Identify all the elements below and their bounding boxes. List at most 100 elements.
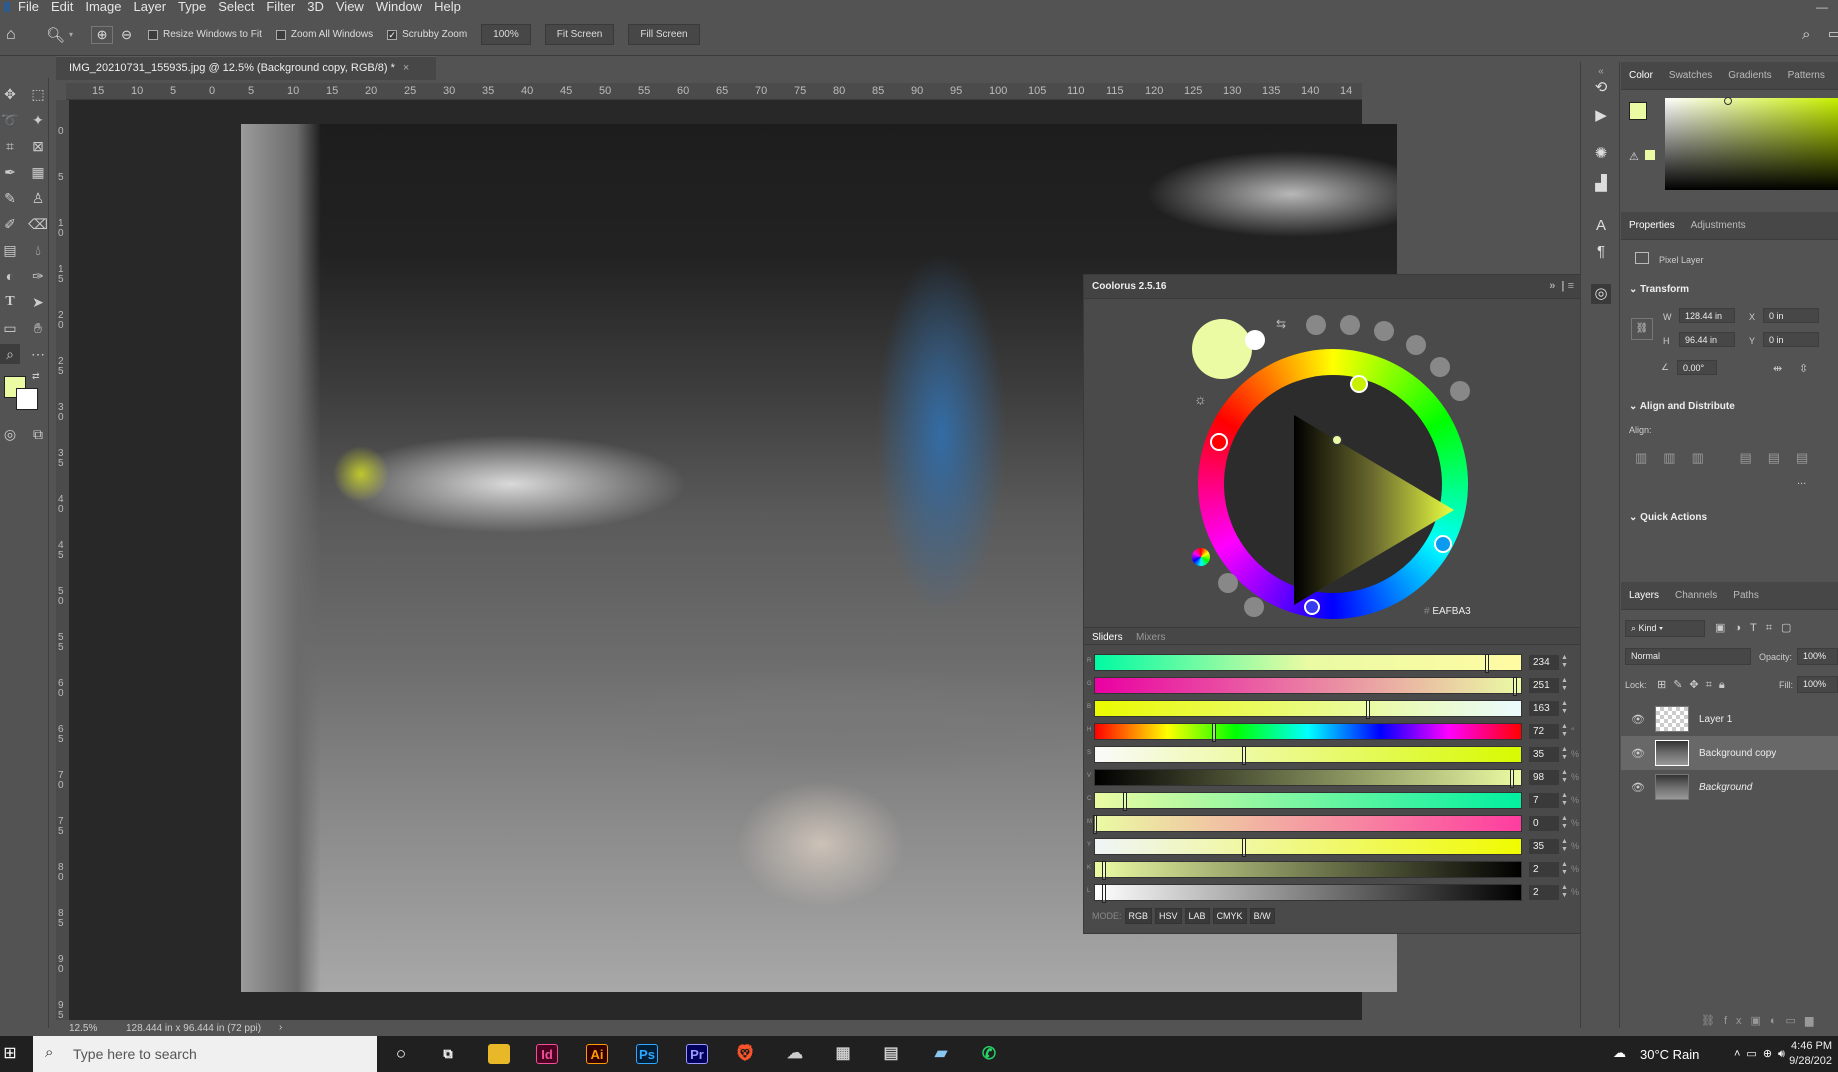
move-tool-icon[interactable]: ✥ xyxy=(0,84,20,104)
slider-handle[interactable] xyxy=(1242,746,1247,765)
menu-layer[interactable]: Layer xyxy=(134,0,167,14)
fill-screen-button[interactable]: Fill Screen xyxy=(628,24,700,45)
quick-actions-section[interactable]: ⌄ Quick Actions xyxy=(1629,512,1707,523)
hue-wheel[interactable] xyxy=(1198,349,1468,619)
windows-start-icon[interactable]: ⊞ xyxy=(0,1044,20,1064)
lasso-tool-icon[interactable]: ➰ xyxy=(0,110,20,130)
hue-handle[interactable] xyxy=(1210,433,1228,451)
zoom-in-icon[interactable]: ⊕ xyxy=(91,25,114,44)
hand-tool-icon[interactable]: ✋︎ xyxy=(28,318,48,338)
more-tools-icon[interactable]: ⋯ xyxy=(28,344,48,364)
tab-adjustments[interactable]: Adjustments xyxy=(1683,220,1754,231)
menu-filter[interactable]: Filter xyxy=(266,0,295,14)
calculator-icon[interactable]: ▦ xyxy=(832,1044,854,1064)
spinner-icon[interactable]: ▲ ▼ xyxy=(1561,838,1568,854)
background-color-swatch[interactable] xyxy=(16,388,38,410)
patch-tool-icon[interactable]: ▦ xyxy=(28,162,48,182)
color-slider[interactable] xyxy=(1093,815,1522,834)
harmony-icon[interactable] xyxy=(1430,357,1450,377)
layer-row[interactable]: 👁︎ Layer 1 xyxy=(1621,702,1838,736)
path-select-icon[interactable]: ➤ xyxy=(28,292,48,312)
layer-row[interactable]: 👁︎ Background xyxy=(1621,770,1838,804)
flip-horizontal-icon[interactable]: ⇹ xyxy=(1773,362,1782,375)
app-icon[interactable]: ▤ xyxy=(880,1044,902,1064)
harmony-icon[interactable] xyxy=(1340,315,1360,335)
slider-value-field[interactable]: 2 xyxy=(1529,862,1559,877)
slider-value-field[interactable]: 72 xyxy=(1529,724,1559,739)
eyedropper-icon[interactable]: ✒ xyxy=(0,162,20,182)
menu-file[interactable]: File xyxy=(18,0,39,14)
brightness-icon[interactable]: ☼ xyxy=(1194,391,1207,407)
triangle-mode-icon[interactable] xyxy=(1218,573,1238,593)
square-mode-icon[interactable] xyxy=(1244,597,1264,617)
saturation-triangle[interactable] xyxy=(1294,415,1454,605)
document-tab[interactable]: IMG_20210731_155935.jpg @ 12.5% (Backgro… xyxy=(56,56,436,80)
mode-hsv-button[interactable]: HSV xyxy=(1155,908,1182,924)
history-brush-icon[interactable]: ✐ xyxy=(0,214,20,234)
color-slider[interactable] xyxy=(1094,700,1522,719)
harmony-icon[interactable] xyxy=(1374,321,1394,341)
scrubby-zoom-checkbox[interactable]: ✓ Scrubby Zoom xyxy=(387,29,467,40)
tab-paths[interactable]: Paths xyxy=(1725,590,1767,601)
weather-text[interactable]: 30°C Rain xyxy=(1640,1047,1699,1062)
color-slider[interactable] xyxy=(1094,792,1522,811)
menu-select[interactable]: Select xyxy=(218,0,254,14)
color-slider[interactable] xyxy=(1094,769,1522,788)
harmony-icon[interactable] xyxy=(1406,335,1426,355)
color-slider[interactable] xyxy=(1094,884,1522,903)
tab-mixers[interactable]: Mixers xyxy=(1136,632,1165,643)
cloud-app-icon[interactable]: ☁ xyxy=(784,1044,806,1064)
slider-handle[interactable] xyxy=(1122,792,1127,811)
layer-filter-kind[interactable]: ⌕ Kind ▾ xyxy=(1625,620,1705,637)
slider-value-field[interactable]: 98 xyxy=(1529,770,1559,785)
slider-value-field[interactable]: 163 xyxy=(1529,701,1559,716)
paragraph-icon[interactable]: ¶ xyxy=(1591,242,1611,262)
zoom-tool-icon[interactable]: ⌕ xyxy=(0,344,20,364)
color-slider[interactable] xyxy=(1094,677,1522,696)
slider-handle[interactable] xyxy=(1510,769,1515,788)
slider-handle[interactable] xyxy=(1212,723,1217,742)
zoom-tool-icon[interactable]: 🔍︎ xyxy=(46,26,65,44)
color-picker-handle[interactable] xyxy=(1331,434,1343,446)
photoshop-icon[interactable]: Ps xyxy=(636,1044,658,1064)
mode-lab-button[interactable]: LAB xyxy=(1184,908,1210,924)
tab-gradients[interactable]: Gradients xyxy=(1720,70,1779,81)
whatsapp-icon[interactable]: ✆ xyxy=(978,1044,1000,1064)
visibility-eye-icon[interactable]: 👁︎ xyxy=(1631,713,1647,726)
quick-mask-icon[interactable]: ◎ xyxy=(0,424,20,444)
brave-browser-icon[interactable]: 🦁︎ xyxy=(734,1044,756,1064)
menu-window[interactable]: Window xyxy=(376,0,422,14)
tab-patterns[interactable]: Patterns xyxy=(1780,70,1833,81)
color-slider[interactable] xyxy=(1094,723,1522,742)
color-slider[interactable] xyxy=(1094,838,1522,857)
magic-wand-icon[interactable]: ✦ xyxy=(28,110,48,130)
opacity-field[interactable]: 100% xyxy=(1797,648,1838,665)
status-menu-arrow[interactable]: › xyxy=(279,1022,282,1033)
resize-windows-checkbox[interactable]: Resize Windows to Fit xyxy=(147,29,262,40)
play-icon[interactable]: ▶ xyxy=(1591,106,1611,126)
layer-action-icons[interactable]: ⛓fx▣◐▭▆ xyxy=(1701,1014,1822,1027)
color-slider[interactable] xyxy=(1094,654,1522,673)
hue-handle[interactable] xyxy=(1350,375,1368,393)
spinner-icon[interactable]: ▲ ▼ xyxy=(1561,884,1568,900)
blur-tool-icon[interactable]: 💧︎ xyxy=(28,240,48,260)
y-field[interactable]: 0 in xyxy=(1763,332,1819,347)
fit-screen-button[interactable]: Fit Screen xyxy=(544,24,615,45)
gradient-tool-icon[interactable]: ▤ xyxy=(0,240,20,260)
spinner-icon[interactable]: ▲ ▼ xyxy=(1561,746,1568,762)
brush-tool-icon[interactable]: ✎ xyxy=(0,188,20,208)
link-icon[interactable]: ⛓ xyxy=(1631,318,1653,340)
premiere-icon[interactable]: Pr xyxy=(686,1044,708,1064)
tab-layers[interactable]: Layers xyxy=(1621,590,1667,601)
menu-type[interactable]: Type xyxy=(178,0,206,14)
visibility-eye-icon[interactable]: 👁︎ xyxy=(1631,781,1647,794)
menu-help[interactable]: Help xyxy=(434,0,461,14)
type-tool-icon[interactable]: T xyxy=(0,292,20,312)
more-options[interactable]: ... xyxy=(1797,475,1806,487)
close-icon[interactable]: × xyxy=(403,62,409,74)
spinner-icon[interactable]: ▲ ▼ xyxy=(1561,654,1568,670)
flip-vertical-icon[interactable]: ⇳ xyxy=(1799,362,1808,375)
spinner-icon[interactable]: ▲ ▼ xyxy=(1561,815,1568,831)
tab-properties[interactable]: Properties xyxy=(1621,220,1683,231)
clock[interactable]: 4:46 PM 9/28/202 xyxy=(1789,1039,1832,1069)
